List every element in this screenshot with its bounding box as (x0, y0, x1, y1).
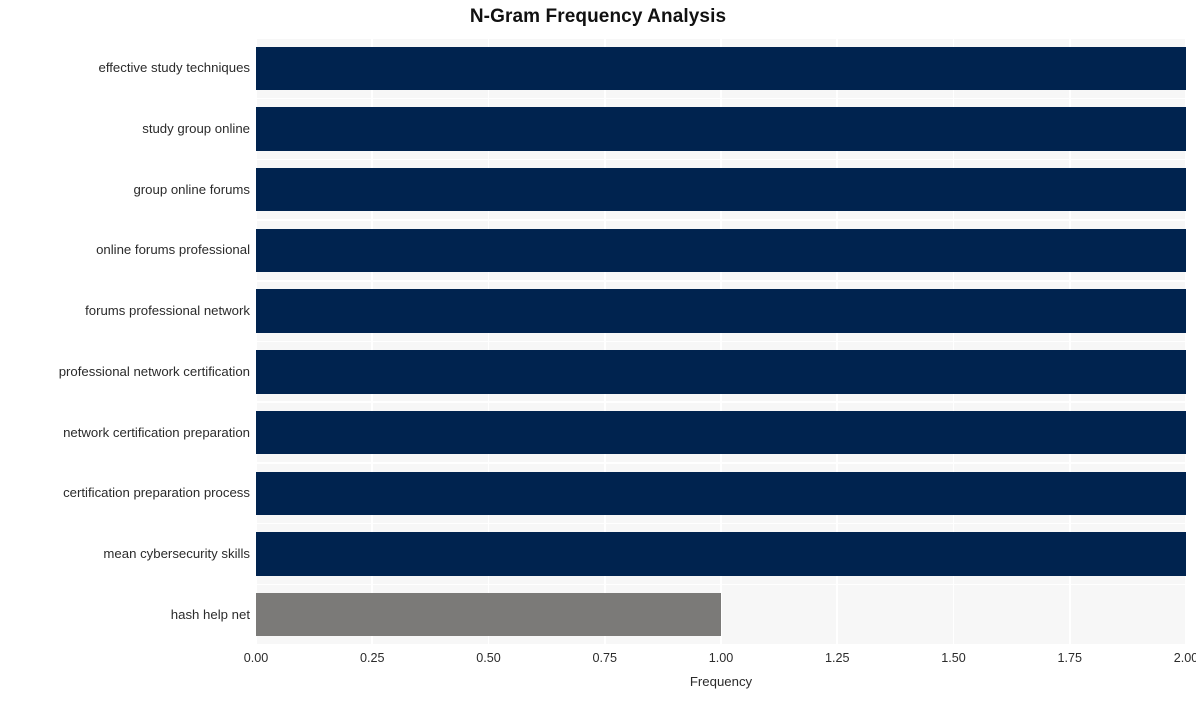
x-axis-tick-label: 0.25 (359, 651, 385, 665)
x-axis-tick-label: 0.50 (476, 651, 501, 665)
x-axis-tick-label: 1.50 (941, 651, 966, 665)
y-axis-tick-label: group online forums (133, 181, 250, 197)
bar (256, 289, 1186, 333)
y-axis-tick-label: effective study techniques (98, 60, 250, 76)
x-axis-tick-label: 1.00 (708, 651, 734, 665)
gridline-y-8 (256, 522, 1186, 525)
gridline-y-4 (256, 280, 1186, 282)
bar (256, 592, 721, 637)
bar (256, 168, 1186, 212)
bar (256, 228, 1186, 273)
gridline-y-3 (256, 219, 1186, 221)
bar (256, 471, 1186, 515)
y-axis-tick-label: forums professional network (85, 303, 250, 319)
y-axis-tick-label: online forums professional (96, 242, 250, 258)
x-axis-label: Frequency (689, 674, 753, 689)
bar (256, 410, 1186, 455)
gridline-y-6 (256, 401, 1186, 403)
x-axis-tick-label: 2.00 (1173, 651, 1196, 665)
gridline-y-5 (256, 340, 1186, 343)
y-axis-tick-labels: effective study techniques study group on… (0, 0, 250, 701)
x-axis-tick-label: 0.75 (592, 651, 617, 665)
bar (256, 350, 1186, 394)
chart-figure: N-Gram Frequency Analysis effective stud… (0, 0, 1196, 701)
bar (256, 532, 1186, 576)
y-axis-tick-label: professional network certification (58, 363, 250, 379)
x-axis-tick-labels: 0.00 0.25 0.50 0.75 1.00 1.25 1.50 1.75 2.00 (0, 651, 1196, 671)
bar (256, 107, 1186, 151)
gridline-y-7 (256, 462, 1186, 464)
y-axis-tick-label: mean cybersecurity skills (103, 545, 250, 561)
gridline-y-2 (256, 158, 1186, 161)
gridline-y-9 (256, 583, 1186, 586)
gridline-y-0 (256, 38, 1186, 39)
x-axis-tick-label: 1.75 (1057, 651, 1082, 665)
gridline-y-1 (256, 97, 1186, 100)
x-axis-tick-label: 0.00 (243, 651, 269, 665)
y-axis-tick-label: study group online (142, 121, 250, 137)
y-axis-tick-label: network certification preparation (63, 424, 250, 440)
gridline-y-10 (256, 644, 1186, 645)
y-axis-tick-label: hash help net (170, 606, 250, 622)
plot-area (256, 38, 1186, 645)
bar (256, 46, 1186, 91)
x-axis-tick-label: 1.25 (824, 651, 850, 665)
y-axis-tick-label: certification preparation process (63, 485, 250, 501)
